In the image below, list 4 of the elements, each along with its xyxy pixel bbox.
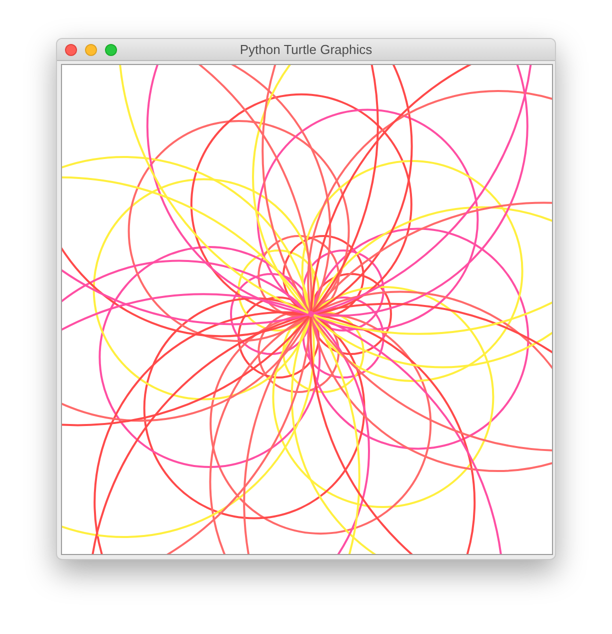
minimize-button[interactable]	[85, 44, 97, 56]
zoom-button[interactable]	[105, 44, 117, 56]
window-title: Python Turtle Graphics	[240, 40, 372, 59]
close-button[interactable]	[65, 44, 77, 56]
